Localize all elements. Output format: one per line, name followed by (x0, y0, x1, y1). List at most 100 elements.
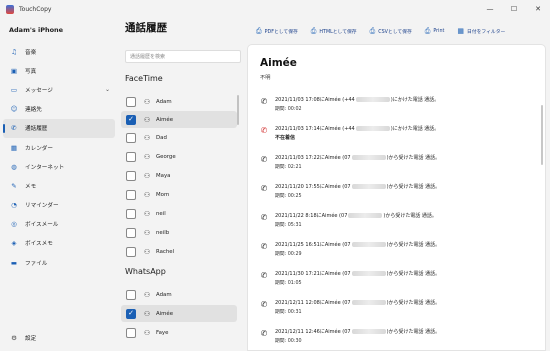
checkbox[interactable] (126, 132, 136, 143)
search-input[interactable] (125, 50, 241, 63)
list-item[interactable]: ✓ ⚇ Aimée (121, 111, 237, 128)
photo-icon: ▣ (10, 66, 18, 75)
list-item[interactable]: ✓ ⚇ Aimée (121, 305, 237, 322)
contact-name: neil (156, 210, 166, 217)
sidebar-item-label: ファイル (25, 260, 48, 267)
contact-number-status: 不明 (260, 75, 271, 81)
sidebar-item-call-history[interactable]: ✆ 通話履歴 (3, 118, 115, 138)
list-item[interactable]: ⚇ Faye (121, 324, 237, 341)
checkbox[interactable] (126, 151, 136, 162)
call-duration: 期間: 02:21 (275, 165, 302, 170)
save-html-button[interactable]: ⎙ HTMLとして保存 (311, 27, 357, 36)
checkbox[interactable]: ✓ (126, 114, 136, 125)
printer-icon: ⎙ (424, 26, 431, 35)
toolbar: ⎙ PDFとして保存 ⎙ HTMLとして保存 ⎙ CSVとして保存 ⎙ Print ▦ 日… (256, 18, 518, 44)
print-button[interactable]: ⎙ Print (425, 27, 445, 36)
sidebar-item-label: 設定 (25, 336, 37, 342)
call-text: )から受けた電話 通話。 (386, 271, 441, 277)
sidebar-item-label: ボイスメモ (25, 241, 53, 248)
save-pdf-label: PDFとして保存 (264, 29, 298, 35)
call-duration: 期間: 05:31 (275, 223, 302, 228)
checkbox[interactable] (126, 327, 136, 338)
device-name[interactable]: Adam's iPhone (0, 18, 118, 42)
list-item[interactable]: ⚇ Maya (121, 167, 237, 184)
list-item[interactable]: ⚇ Adam (121, 286, 237, 303)
gear-icon: ⚙ (11, 334, 17, 342)
sidebar-item-music[interactable]: ♫ 音楽 (0, 42, 118, 61)
list-item[interactable]: ⚇ Adam (121, 93, 237, 110)
sidebar-item-settings[interactable]: ⚙ 設定 (0, 331, 118, 345)
save-html-icon: ⎙ (310, 26, 317, 35)
checkbox[interactable] (126, 246, 136, 257)
call-text: 2021/11/03 17:22にAimée (07 (275, 155, 351, 161)
detail-scrollbar[interactable] (541, 105, 543, 165)
save-csv-label: CSVとして保存 (378, 29, 412, 35)
incoming-call-icon: ✆ (260, 155, 268, 164)
save-html-label: HTMLとして保存 (319, 29, 357, 35)
checkbox[interactable] (126, 189, 136, 200)
list-item[interactable]: ⚇ Mom (121, 186, 237, 203)
date-filter-button[interactable]: ▦ 日付をフィルター (457, 27, 505, 35)
notes-icon: ✎ (11, 181, 17, 190)
contact-title: Aimée (260, 57, 297, 69)
sidebar-item-voicemail[interactable]: ◎ ボイスメール (0, 215, 118, 234)
sidebar-item-notes[interactable]: ✎ メモ (0, 176, 118, 195)
person-icon: ⚇ (143, 171, 151, 180)
sidebar-item-contacts[interactable]: ☺ 連絡先 (0, 100, 118, 119)
call-duration: 期間: 00:29 (275, 252, 302, 257)
app-logo-icon (6, 4, 14, 14)
redacted-number (351, 271, 386, 276)
close-button[interactable]: ✕ (526, 0, 550, 18)
reminder-icon: ◔ (11, 201, 17, 210)
print-label: Print (433, 28, 445, 34)
list-item[interactable]: ⚇ George (121, 148, 237, 165)
minimize-button[interactable]: — (478, 0, 502, 18)
save-csv-icon: ⎙ (369, 26, 376, 35)
save-pdf-button[interactable]: ⎙ PDFとして保存 (256, 27, 298, 36)
person-icon: ⚇ (143, 97, 151, 106)
call-text: 2021/11/03 17:14にAimée (+44 (275, 126, 355, 132)
checkbox[interactable] (126, 170, 136, 181)
window-title: TouchCopy (19, 5, 52, 13)
incoming-call-icon: ✆ (260, 300, 268, 309)
sidebar-item-voice-memos[interactable]: ◈ ボイスメモ (0, 234, 118, 253)
redacted-number (355, 126, 390, 131)
contact-list-pane: 通話履歴 FaceTime ⚇ Adam ✓ ⚇ Aimée ⚇ Dad ⚇ George… (118, 18, 241, 351)
contact-name: Adam (156, 291, 172, 298)
list-item[interactable]: ⚇ Rachel (121, 243, 237, 260)
list-scrollbar[interactable] (237, 95, 239, 125)
sidebar-item-messages[interactable]: ▭ メッセージ ⌄ (0, 80, 118, 99)
sidebar-item-internet[interactable]: ◍ インターネット (0, 157, 118, 176)
sidebar-item-label: 通話履歴 (25, 126, 48, 133)
save-csv-button[interactable]: ⎙ CSVとして保存 (370, 27, 412, 36)
call-text: )にかけた電話 通話。 (390, 97, 440, 103)
checkbox[interactable]: ✓ (126, 308, 136, 319)
list-item[interactable]: ⚇ neilb (121, 224, 237, 241)
sidebar-item-reminders[interactable]: ◔ リマインダー (0, 196, 118, 215)
sidebar-item-files[interactable]: ▬ ファイル (0, 253, 118, 272)
list-item[interactable]: ⚇ Dad (121, 129, 237, 146)
call-text: 2021/12/11 12:08にAimée (07 (275, 300, 351, 306)
contact-name: neilb (156, 229, 170, 236)
checkbox[interactable] (126, 96, 136, 107)
message-icon: ▭ (10, 85, 18, 94)
sidebar-item-label: 音楽 (25, 49, 37, 56)
maximize-button[interactable]: ☐ (502, 0, 526, 18)
checkbox[interactable] (126, 289, 136, 300)
person-icon: ⚇ (143, 133, 151, 142)
contact-name: Dad (156, 134, 167, 141)
chevron-down-icon[interactable]: ⌄ (105, 86, 110, 93)
sidebar-item-photos[interactable]: ▣ 写真 (0, 61, 118, 80)
list-item[interactable]: ⚇ neil (121, 205, 237, 222)
sidebar-item-label: リマインダー (25, 203, 59, 210)
call-text: )から受けた電話 通話。 (386, 300, 441, 306)
sidebar-item-label: カレンダー (25, 145, 53, 152)
checkbox[interactable] (126, 227, 136, 238)
folder-icon: ▬ (10, 258, 18, 267)
checkbox[interactable] (126, 208, 136, 219)
sidebar-item-calendar[interactable]: ▦ カレンダー (0, 138, 118, 157)
call-duration: 期間: 00:30 (275, 339, 302, 344)
call-text: )から受けた電話 通話。 (386, 155, 441, 161)
call-duration: 期間: 00:31 (275, 310, 302, 315)
incoming-call-icon: ✆ (260, 242, 268, 251)
